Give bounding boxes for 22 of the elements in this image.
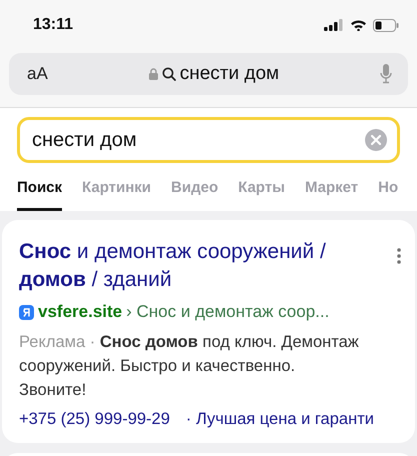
- address-query: снести дом: [180, 63, 280, 85]
- battery-icon: [373, 18, 399, 32]
- text-size-button[interactable]: аА: [27, 64, 48, 84]
- search-field[interactable]: снести дом: [17, 117, 400, 163]
- more-icon[interactable]: [397, 248, 401, 264]
- phone-link[interactable]: +375 (25) 999-99-29: [19, 410, 170, 429]
- result-title-link[interactable]: Снос и демонтаж сооружений / домов / зданий: [19, 238, 359, 294]
- search-query: снести дом: [32, 128, 137, 152]
- signal-icon: [324, 19, 344, 31]
- favicon-icon: [19, 304, 34, 320]
- search-icon: [162, 67, 176, 81]
- clock-time: 13:11: [33, 16, 74, 34]
- site-link[interactable]: vsfere.site: [38, 302, 122, 322]
- wifi-icon: [350, 19, 367, 31]
- sitelink[interactable]: · Лучшая цена и гаранти: [186, 410, 374, 429]
- microphone-icon[interactable]: [380, 64, 392, 84]
- result-description: Реклама · Снос домов под ключ. Демонтаж сооружений. Быстро и качественно. Звоните!: [19, 332, 360, 401]
- breadcrumb: › Снос и демонтаж соор...: [126, 302, 330, 322]
- lock-icon: [148, 68, 158, 80]
- address-bar[interactable]: аА снести дом: [9, 53, 408, 95]
- search-tab[interactable]: Поиск: [17, 179, 62, 211]
- clear-icon[interactable]: [365, 129, 387, 151]
